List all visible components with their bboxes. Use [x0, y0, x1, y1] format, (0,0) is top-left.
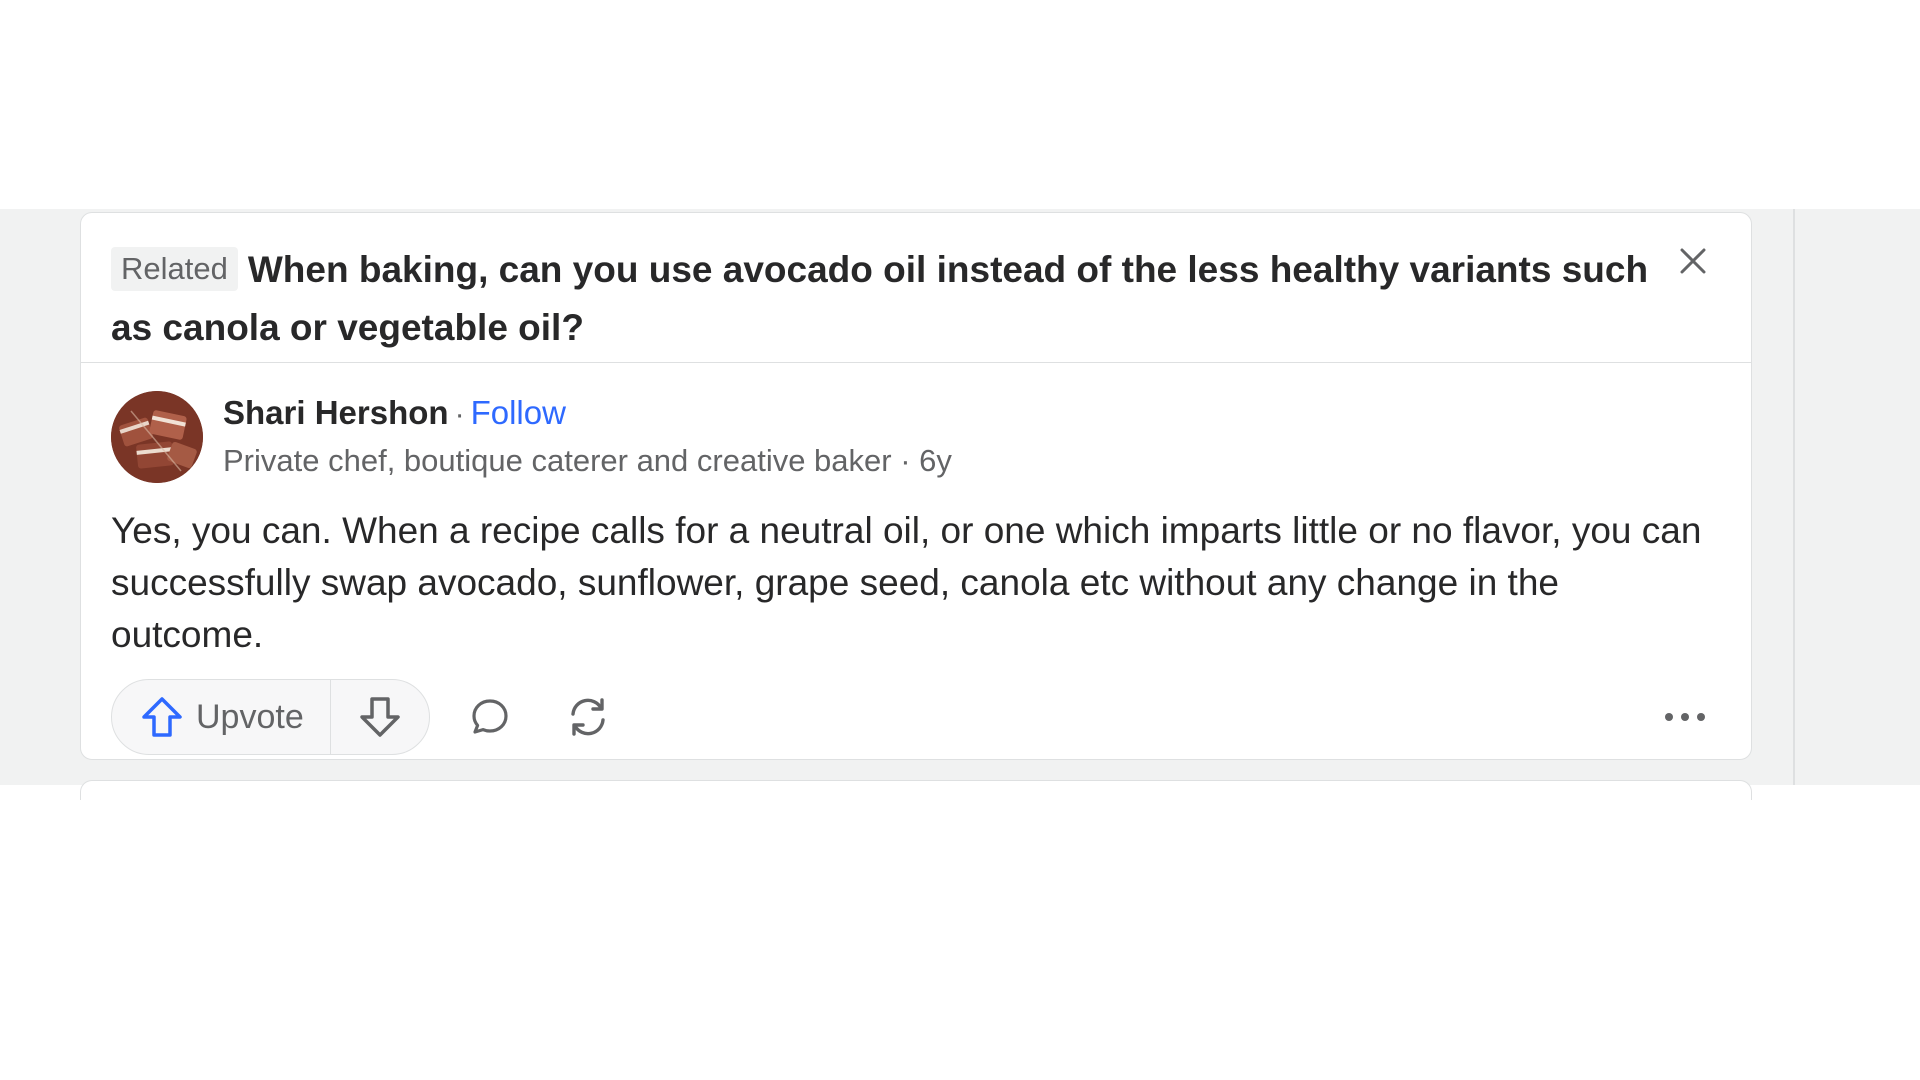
comment-button[interactable]: [452, 679, 528, 755]
downvote-arrow-icon: [359, 697, 400, 737]
card-body: Shari Hershon · Follow Private chef, bouti…: [81, 363, 1751, 661]
comment-bubble-icon: [472, 699, 508, 734]
author-row: Shari Hershon · Follow Private chef, bouti…: [111, 391, 1721, 483]
close-button[interactable]: [1673, 241, 1713, 281]
author-line: Shari Hershon · Follow: [223, 390, 952, 438]
downvote-button[interactable]: [331, 680, 429, 754]
author-credential: Private chef, boutique caterer and creat…: [223, 443, 952, 478]
share-button[interactable]: [550, 679, 626, 755]
card-header: Related When baking, can you use avocado …: [81, 213, 1751, 363]
separator-dot: ·: [454, 398, 465, 431]
author-name[interactable]: Shari Hershon: [223, 394, 449, 431]
avatar[interactable]: [111, 391, 203, 483]
reshare-icon: [571, 698, 605, 736]
answer-text[interactable]: Yes, you can. When a recipe calls for a …: [111, 505, 1711, 661]
related-question[interactable]: Related When baking, can you use avocado …: [111, 241, 1661, 357]
author-meta: Shari Hershon · Follow Private chef, bouti…: [223, 390, 952, 484]
action-bar: Upvote: [111, 678, 1723, 756]
upvote-button[interactable]: Upvote: [112, 680, 331, 754]
upvote-label: Upvote: [196, 697, 304, 736]
right-rail-divider: [1793, 209, 1795, 785]
follow-button[interactable]: Follow: [471, 394, 566, 431]
more-dots-icon: [1665, 713, 1705, 721]
close-icon: [1680, 248, 1706, 274]
upvote-arrow-icon: [142, 697, 182, 737]
question-title[interactable]: When baking, can you use avocado oil ins…: [111, 249, 1648, 348]
more-options-button[interactable]: [1647, 679, 1723, 755]
next-card-edge: [80, 780, 1752, 800]
vote-pill: Upvote: [111, 679, 430, 755]
related-answer-card: Related When baking, can you use avocado …: [80, 212, 1752, 760]
related-tag: Related: [111, 247, 238, 291]
